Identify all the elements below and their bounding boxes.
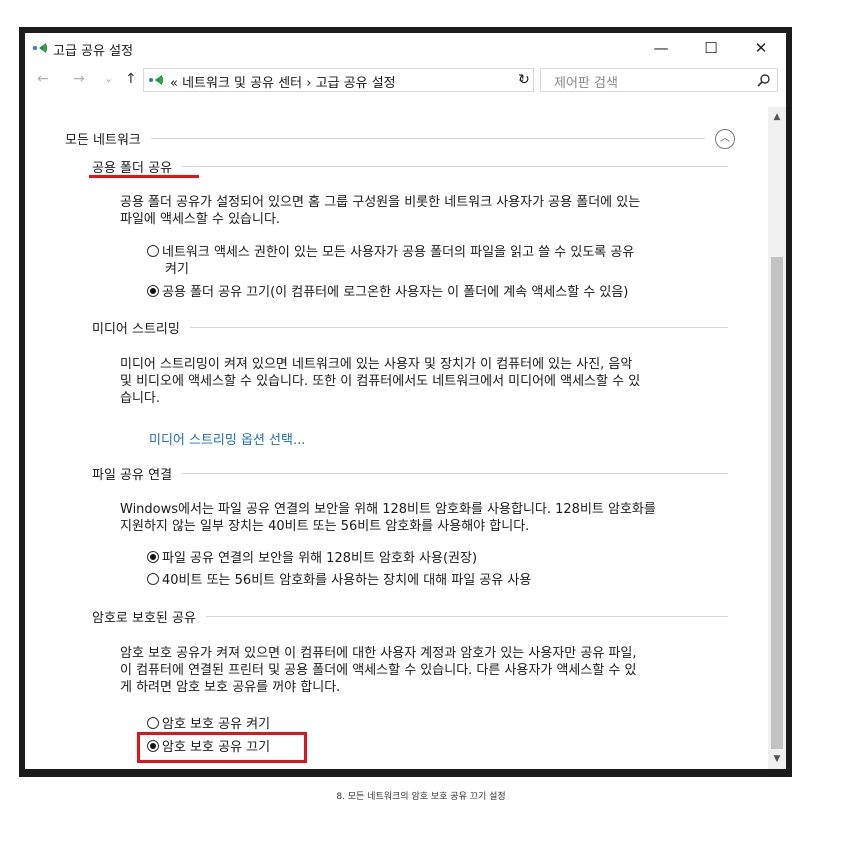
public-folder-on-radio[interactable]: 네트워크 액세스 권한이 있는 모든 사용자가 공용 폴더의 파일을 읽고 쓸 … [147,244,634,278]
media-streaming-header: 미디어 스트리밍 [92,318,728,337]
divider [205,616,728,617]
public-folder-sharing-header: 공용 폴더 공유 [92,157,728,176]
all-networks-label: 모든 네트워크 [65,133,141,148]
search-icon[interactable] [757,73,771,87]
section-description: 암호 보호 공유가 켜져 있으면 이 컴퓨터에 대한 사용자 계정과 암호가 있… [120,646,637,695]
radio-button-icon[interactable] [147,573,159,585]
radio-button-icon[interactable] [147,717,159,729]
breadcrumb[interactable]: « 네트워크 및 공유 센터 › 고급 공유 설정 [170,72,396,91]
minimize-button[interactable]: — [636,33,686,63]
section-description: 미디어 스트리밍이 켜져 있으면 네트워크에 있는 사용자 및 장치가 이 컴퓨… [120,357,641,406]
radio-button-icon[interactable] [147,245,159,257]
media-streaming-options-link[interactable]: 미디어 스트리밍 옵션 선택... [149,429,305,448]
radio-button-selected-icon[interactable] [147,285,159,297]
search-box[interactable]: 제어판 검색 [540,68,778,92]
radio-button-selected-icon[interactable] [147,551,159,563]
up-arrow-icon[interactable]: ↑ [125,71,137,87]
encryption-128-radio[interactable]: 파일 공유 연결의 보안을 위해 128비트 암호화 사용(권장) [147,550,477,567]
search-input[interactable]: 제어판 검색 [554,72,618,91]
navigation-bar: ← → ⌄ ↑ « 네트워크 및 공유 센터 › 고급 공유 설정 ⌄ ↻ 제어… [25,63,786,97]
divider [182,473,728,474]
title-bar: 고급 공유 설정 — ☐ ✕ [25,33,786,63]
file-sharing-connections-header: 파일 공유 연결 [92,464,728,483]
network-icon [149,75,163,85]
refresh-icon[interactable]: ↻ [513,68,535,92]
section-title: 공용 폴더 공유 [92,161,173,176]
maximize-button[interactable]: ☐ [686,33,736,63]
password-protected-sharing-header: 암호로 보호된 공유 [92,607,728,626]
advanced-sharing-window: 고급 공유 설정 — ☐ ✕ ← → ⌄ ↑ « 네트워크 및 공유 센터 › … [25,33,786,769]
vertical-scrollbar[interactable]: ▲ ▼ [768,107,786,769]
recent-locations-icon[interactable]: ⌄ [104,72,113,85]
public-folder-off-radio[interactable]: 공용 폴더 공유 끄기(이 컴퓨터에 로그온한 사용자는 이 폴더에 계속 액세… [147,284,628,301]
password-sharing-on-radio[interactable]: 암호 보호 공유 켜기 [147,716,270,733]
forward-arrow-icon[interactable]: → [73,71,85,87]
screenshot-frame: 고급 공유 설정 — ☐ ✕ ← → ⌄ ↑ « 네트워크 및 공유 센터 › … [19,27,792,777]
section-title: 파일 공유 연결 [92,468,173,483]
address-bar[interactable]: « 네트워크 및 공유 센터 › 고급 공유 설정 ⌄ [143,68,534,92]
scroll-down-icon[interactable]: ▼ [768,751,786,767]
section-description: 공용 폴더 공유가 설정되어 있으면 홈 그룹 구성원을 비롯한 네트워크 사용… [120,195,641,227]
collapse-chevron-up-icon[interactable]: ︿ [715,129,735,149]
section-title: 미디어 스트리밍 [92,322,180,337]
divider [150,138,705,139]
section-title: 암호로 보호된 공유 [92,611,196,626]
divider [182,166,728,167]
scroll-up-icon[interactable]: ▲ [768,109,786,125]
back-arrow-icon[interactable]: ← [37,71,49,87]
scroll-thumb[interactable] [771,257,783,749]
highlight-box [137,732,307,763]
figure-caption: 8. 모든 네트워크의 암호 보호 공유 끄기 설정 [336,792,506,802]
all-networks-header: 모든 네트워크 [65,129,705,148]
highlight-underline [89,175,199,178]
section-description: Windows에서는 파일 공유 연결의 보안을 위해 128비트 암호화를 사… [120,502,656,534]
divider [189,327,728,328]
window-title: 고급 공유 설정 [53,44,134,59]
close-button[interactable]: ✕ [736,33,786,63]
encryption-40-56-radio[interactable]: 40비트 또는 56비트 암호화를 사용하는 장치에 대해 파일 공유 사용 [147,572,531,589]
network-icon [33,43,47,53]
